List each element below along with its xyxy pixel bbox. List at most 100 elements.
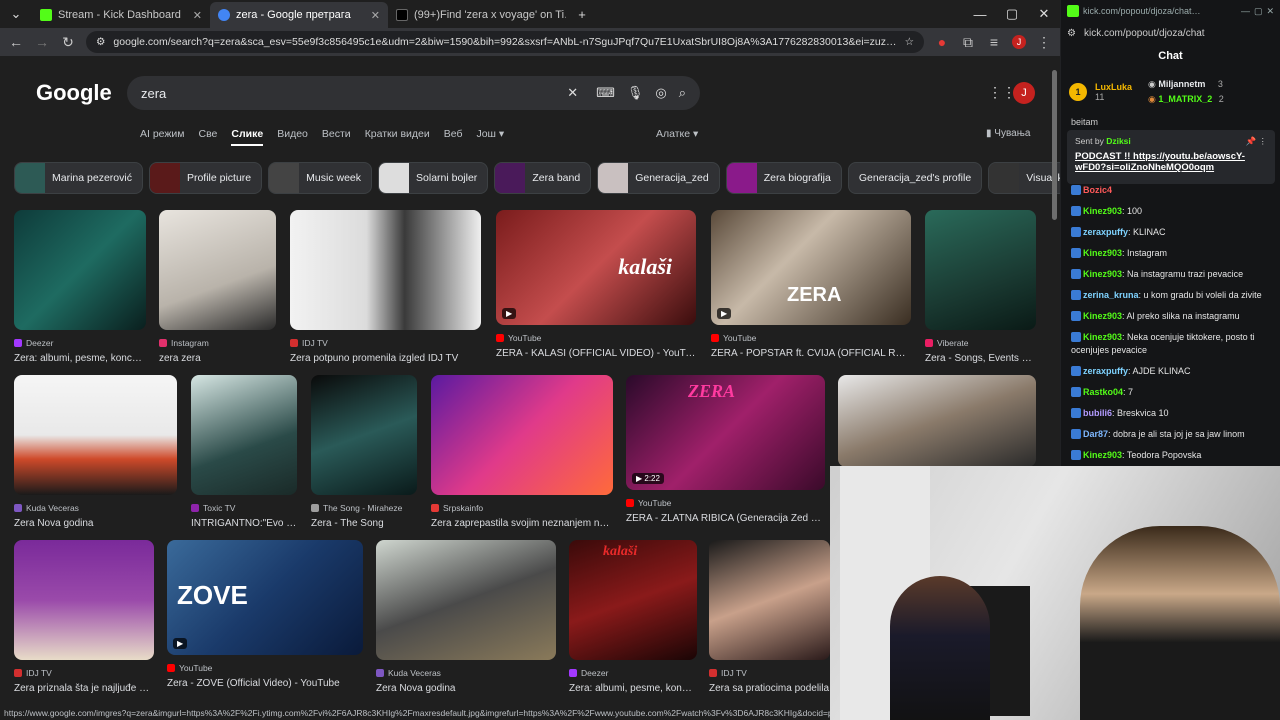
chat-username[interactable]: Bozic4 <box>1083 185 1112 195</box>
saved-button[interactable]: ▮ Чувања <box>986 128 1030 139</box>
image-result[interactable]: ZERA ▶ 2:22 YouTube ZERA - ZLATNA RIBICA (G… <box>626 375 825 524</box>
pinned-user[interactable]: Dziksi <box>1106 136 1131 146</box>
chip[interactable]: Zera biografija <box>725 162 842 194</box>
chat-message: bubili6: Breskvica 10 <box>1061 403 1280 424</box>
chat-username[interactable]: zerina_kruna <box>1083 290 1139 300</box>
leader-item[interactable]: ◉ 1_MATRIX_2 2 <box>1148 92 1224 107</box>
search-tabs: AI режим Све Слике Видео Вести Кратки ви… <box>140 128 504 146</box>
tab-images[interactable]: Слике <box>231 128 264 146</box>
close-icon[interactable]: ✕ <box>371 9 380 22</box>
mic-icon[interactable]: 🎙 <box>627 85 644 101</box>
image-result[interactable]: Kuda Veceras Zera Nova godina <box>14 375 177 529</box>
minimize-icon[interactable]: — <box>964 0 996 28</box>
chat-username[interactable]: Rastko04 <box>1083 387 1123 397</box>
chat-username[interactable]: Kinez903 <box>1083 450 1122 460</box>
image-result[interactable]: Kuda Veceras Zera Nova godina <box>376 540 556 694</box>
extension-icon[interactable]: ● <box>934 34 950 50</box>
chat-username[interactable]: Kinez903 <box>1083 269 1122 279</box>
image-result[interactable]: Toxic TV INTRIGANTNO:"Evo … <box>191 375 297 529</box>
search-box[interactable]: zera ✕ ⌨ 🎙 ◎ ⌕ <box>127 76 700 110</box>
close-icon[interactable]: ✕ <box>1266 6 1274 17</box>
url-field[interactable]: ⚙ google.com/search?q=zera&sca_esv=55e9f3… <box>86 31 924 53</box>
tab-videos[interactable]: Видео <box>277 128 308 146</box>
tiktok-icon <box>396 9 408 21</box>
leader-first[interactable]: LuxLuka 11 <box>1095 82 1132 102</box>
back-icon[interactable]: ← <box>8 34 24 50</box>
chat-message: Rastko04: 7 <box>1061 382 1280 403</box>
minimize-icon[interactable]: — <box>1241 6 1250 16</box>
tab-short-videos[interactable]: Кратки видеи <box>365 128 430 146</box>
image-result[interactable]: Viberate Zera - Songs, Events … <box>925 210 1036 364</box>
lens-icon[interactable]: ◎ <box>655 85 666 101</box>
chip[interactable]: Generacija_zed's profile <box>847 162 983 194</box>
tab-ai-mode[interactable]: AI режим <box>140 128 185 146</box>
new-tab-button[interactable]: + <box>566 0 598 28</box>
reload-icon[interactable]: ↻ <box>60 34 76 51</box>
keyboard-icon[interactable]: ⌨ <box>596 85 615 101</box>
image-result[interactable]: The Song - Miraheze Zera - The Song <box>311 375 417 529</box>
tab-news[interactable]: Вести <box>322 128 351 146</box>
chat-username[interactable]: Kinez903 <box>1083 248 1122 258</box>
chip[interactable]: Music week <box>268 162 373 194</box>
maximize-icon[interactable]: ▢ <box>1254 6 1263 17</box>
forward-icon[interactable]: → <box>34 34 50 50</box>
chat-username[interactable]: zeraxpuffy <box>1083 366 1128 376</box>
image-result[interactable]: kalaši Deezer Zera: albumi, pesme, kon… <box>569 540 697 694</box>
chip[interactable]: Profile picture <box>148 162 263 194</box>
image-result[interactable]: Srpskainfo Zera zaprepastila svojim nezna… <box>431 375 613 529</box>
leader-item[interactable]: ◉ Miljannetm 3 <box>1148 77 1224 92</box>
clear-icon[interactable]: ✕ <box>567 85 578 101</box>
browser-tab[interactable]: (99+)Find 'zera x voyage' on Ti…✕ <box>388 2 566 28</box>
image-result[interactable]: IDJ TV Zera sa pratiocima podelila <box>709 540 830 694</box>
chat-text: : KLINAC <box>1128 227 1166 237</box>
chip[interactable]: Zera band <box>494 162 592 194</box>
search-icon[interactable]: ⌕ <box>679 85 686 101</box>
image-result[interactable]: IDJ TV Zera potpuno promenila izgled IDJ … <box>290 210 481 364</box>
site-info-icon[interactable]: ⚙ <box>96 36 105 48</box>
badge-icon <box>1071 185 1081 195</box>
tab-more[interactable]: Још ▾ <box>476 128 504 146</box>
chat-username[interactable]: Kinez903 <box>1083 332 1122 342</box>
extensions-puzzle-icon[interactable]: ⧉ <box>960 34 976 51</box>
browser-tab[interactable]: Stream - Kick Dashboard ✕ <box>32 2 210 28</box>
site-info-icon[interactable]: ⚙ <box>1067 28 1076 39</box>
chat-text: : AJDE KLINAC <box>1128 366 1191 376</box>
image-result[interactable]: Instagram zera zera <box>159 210 276 364</box>
maximize-icon[interactable]: ▢ <box>996 0 1028 28</box>
chat-username[interactable]: zeraxpuffy <box>1083 227 1128 237</box>
tab-search-icon[interactable]: ⌄ <box>0 0 32 28</box>
chat-message: zerina_kruna: u kom gradu bi voleli da z… <box>1061 285 1280 306</box>
chat-username[interactable]: Kinez903 <box>1083 206 1122 216</box>
image-result[interactable]: ZOVE ▶ YouTube Zera - ZOVE (Official Video)… <box>167 540 363 689</box>
chat-username[interactable]: Kinez903 <box>1083 311 1122 321</box>
tools-button[interactable]: Алатке ▾ <box>656 128 698 140</box>
chat-popout-window: kick.com/popout/djoza/chat… — ▢ ✕ ⚙ kick.com… <box>1061 0 1280 466</box>
bookmark-star-icon[interactable]: ☆ <box>905 36 914 48</box>
menu-dots-icon[interactable]: ⋮ <box>1036 34 1052 51</box>
chip[interactable]: Solarni bojler <box>378 162 489 194</box>
profile-avatar[interactable]: J <box>1012 35 1026 49</box>
tab-web[interactable]: Веб <box>444 128 463 146</box>
image-result[interactable]: ZERA ▶ YouTube ZERA - POPSTAR ft. CVIJA (OF… <box>711 210 911 359</box>
image-result[interactable] <box>838 375 1036 467</box>
chip[interactable]: Visual kei <box>988 162 1060 194</box>
pin-icon[interactable]: 📌 ⋮ <box>1246 136 1267 147</box>
tab-all[interactable]: Све <box>199 128 218 146</box>
badge-icon <box>1071 290 1081 300</box>
chat-username[interactable]: bubili6 <box>1083 408 1112 418</box>
google-logo[interactable]: Google <box>36 80 112 106</box>
image-result[interactable]: IDJ TV Zera priznala šta je najljuđe u… <box>14 540 154 694</box>
chat-username[interactable]: Dar87 <box>1083 429 1108 439</box>
browser-tab-active[interactable]: zera - Google претрага ✕ <box>210 2 388 28</box>
pinned-text[interactable]: PODCAST !! https://youtu.be/aowscY-wFD0?… <box>1075 151 1267 173</box>
search-input[interactable]: zera <box>141 86 555 101</box>
badge-icon <box>1071 450 1081 460</box>
image-result[interactable]: Deezer Zera: albumi, pesme, konc… <box>14 210 146 364</box>
close-icon[interactable]: ✕ <box>193 9 202 22</box>
account-avatar[interactable]: J <box>1013 82 1035 104</box>
chip[interactable]: Marina pezerović <box>14 162 143 194</box>
close-window-icon[interactable]: ✕ <box>1028 0 1060 28</box>
chip[interactable]: Generacija_zed <box>597 162 720 194</box>
media-icon[interactable]: ≡ <box>986 34 1002 50</box>
image-result[interactable]: kalaši ▶ YouTube ZERA - KALASI (OFFICIAL VI… <box>496 210 696 359</box>
